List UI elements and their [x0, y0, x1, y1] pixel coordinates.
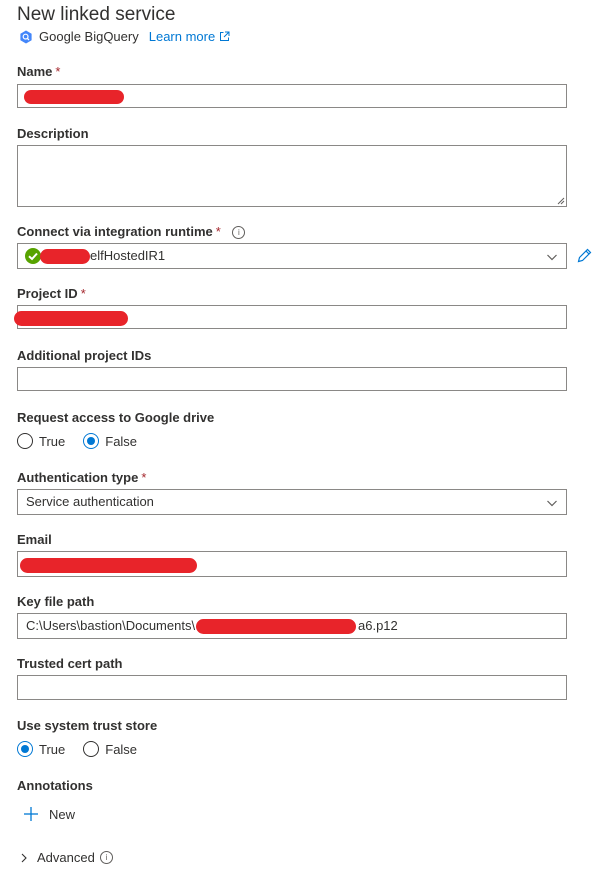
- system-trust-label: Use system trust store: [17, 718, 158, 733]
- required-marker: *: [80, 286, 86, 301]
- required-marker: *: [141, 470, 147, 485]
- chevron-down-icon: [547, 254, 557, 261]
- name-label: Name *: [17, 64, 60, 79]
- runtime-label: Connect via integration runtime * i: [17, 224, 246, 239]
- radio-label: False: [105, 433, 138, 449]
- additional-project-ids-label: Additional project IDs: [17, 348, 152, 363]
- plus-icon: [24, 807, 38, 821]
- radio-label: True: [39, 741, 66, 757]
- email-label: Email: [17, 532, 52, 547]
- system-trust-true-radio[interactable]: True: [17, 741, 65, 757]
- description-label: Description: [17, 126, 89, 141]
- google-drive-true-radio[interactable]: True: [17, 433, 65, 449]
- auth-type-label-text: Authentication type: [17, 470, 139, 485]
- key-file-value-prefix: C:\Users\bastion\Documents\: [26, 618, 196, 633]
- chevron-right-icon: [21, 853, 27, 862]
- service-type: Google BigQuery Learn more: [19, 29, 230, 44]
- email-input[interactable]: [17, 551, 567, 577]
- google-drive-label: Request access to Google drive: [17, 410, 215, 425]
- project-id-input[interactable]: [14, 305, 567, 329]
- description-textarea[interactable]: [17, 145, 567, 207]
- key-file-label: Key file path: [17, 594, 95, 609]
- radio-button[interactable]: [83, 741, 100, 757]
- new-annotation-button[interactable]: New: [23, 806, 75, 822]
- runtime-value: elfHostedIR1: [90, 248, 166, 263]
- project-id-label: Project ID *: [17, 286, 86, 301]
- project-id-label-text: Project ID: [17, 286, 78, 301]
- radio-button-selected[interactable]: [83, 433, 100, 449]
- advanced-label[interactable]: Advanced: [37, 850, 95, 865]
- info-icon[interactable]: i: [99, 851, 113, 864]
- required-marker: *: [215, 224, 221, 239]
- chevron-down-icon: [547, 500, 557, 507]
- key-file-value-suffix: a6.p12: [358, 618, 398, 633]
- runtime-select[interactable]: elfHostedIR1: [17, 243, 567, 269]
- auth-type-select[interactable]: Service authentication: [17, 489, 567, 515]
- name-input[interactable]: [17, 84, 567, 108]
- bigquery-icon: [20, 30, 32, 43]
- redaction-mark: [20, 558, 197, 573]
- redaction-mark: [24, 90, 124, 104]
- google-drive-false-radio[interactable]: False: [83, 433, 137, 449]
- new-annotation-label[interactable]: New: [49, 807, 75, 822]
- additional-project-ids-input[interactable]: [17, 367, 567, 391]
- google-drive-radio-group: True False: [17, 433, 155, 449]
- info-icon[interactable]: i: [232, 226, 246, 239]
- radio-button-selected[interactable]: [17, 741, 33, 757]
- advanced-toggle[interactable]: Advanced i: [19, 850, 113, 865]
- service-name: Google BigQuery: [39, 29, 139, 44]
- name-label-text: Name: [17, 64, 53, 79]
- check-circle-icon: [25, 248, 41, 264]
- system-trust-radio-group: True False: [17, 741, 155, 757]
- radio-label: False: [105, 741, 138, 757]
- page-title: New linked service: [17, 4, 176, 25]
- radio-label: True: [39, 433, 66, 449]
- annotations-label: Annotations: [17, 778, 93, 793]
- external-link-icon: [220, 31, 230, 41]
- runtime-label-text: Connect via integration runtime: [17, 224, 213, 239]
- system-trust-false-radio[interactable]: False: [83, 741, 137, 757]
- redaction-mark: [196, 619, 356, 634]
- redaction-mark: [40, 249, 90, 264]
- trusted-cert-input[interactable]: [17, 675, 567, 700]
- required-marker: *: [55, 64, 61, 79]
- redaction-mark: [14, 311, 128, 326]
- radio-button[interactable]: [17, 433, 33, 449]
- trusted-cert-label: Trusted cert path: [17, 656, 123, 671]
- auth-type-value: Service authentication: [26, 494, 154, 509]
- resize-handle-icon[interactable]: [557, 197, 565, 205]
- auth-type-label: Authentication type *: [17, 470, 146, 485]
- key-file-input[interactable]: C:\Users\bastion\Documents\ a6.p12: [17, 613, 567, 639]
- pencil-icon[interactable]: [576, 247, 593, 264]
- learn-more-link[interactable]: Learn more: [149, 29, 230, 44]
- learn-more-label[interactable]: Learn more: [149, 29, 215, 44]
